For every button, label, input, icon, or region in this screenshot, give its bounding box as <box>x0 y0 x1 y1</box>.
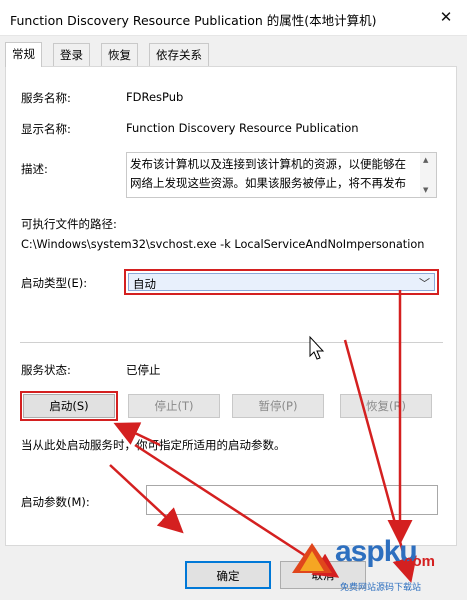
service-status-label: 服务状态: <box>21 363 71 377</box>
display-name-label: 显示名称: <box>21 122 71 136</box>
close-button[interactable]: ✕ <box>431 4 461 30</box>
description-box[interactable]: 发布该计算机以及连接到该计算机的资源，以便能够在网络上发现这些资源。如果该服务被… <box>126 152 437 198</box>
divider <box>20 342 443 343</box>
start-params-hint: 当从此处启动服务时，你可指定所适用的启动参数。 <box>21 438 286 452</box>
exe-path-value: C:\Windows\system32\svchost.exe -k Local… <box>21 238 425 251</box>
tab-dependencies[interactable]: 依存关系 <box>149 43 209 66</box>
tab-recovery[interactable]: 恢复 <box>101 43 138 66</box>
stop-button[interactable]: 停止(T) <box>128 394 220 418</box>
exe-path-label: 可执行文件的路径: <box>21 217 117 231</box>
watermark-triangle-icon <box>292 543 332 573</box>
tab-logon[interactable]: 登录 <box>53 43 90 66</box>
resume-button[interactable]: 恢复(R) <box>340 394 432 418</box>
title-bar: Function Discovery Resource Publication … <box>0 0 467 36</box>
service-name-value: FDResPub <box>126 90 184 104</box>
scroll-down-icon[interactable]: ▼ <box>423 186 428 194</box>
startup-type-select[interactable]: 自动 ﹀ <box>124 269 439 295</box>
scroll-up-icon[interactable]: ▲ <box>423 156 428 164</box>
start-params-label: 启动参数(M): <box>21 495 90 509</box>
ok-button[interactable]: 确定 <box>185 561 271 589</box>
watermark-tld: .com <box>400 553 436 570</box>
startup-type-field[interactable]: 自动 ﹀ <box>128 273 435 291</box>
start-params-input[interactable] <box>146 485 438 515</box>
display-name-value: Function Discovery Resource Publication <box>126 121 359 135</box>
startup-type-label: 启动类型(E): <box>21 276 88 290</box>
service-name-label: 服务名称: <box>21 91 71 105</box>
window-title: Function Discovery Resource Publication … <box>10 13 377 28</box>
watermark: aspku .com 免费网站源码下载站 <box>290 535 467 600</box>
startup-type-value: 自动 <box>133 277 156 291</box>
general-panel: 服务名称: FDResPub 显示名称: Function Discovery … <box>5 66 457 546</box>
description-label: 描述: <box>21 162 48 176</box>
description-text: 发布该计算机以及连接到该计算机的资源，以便能够在网络上发现这些资源。如果该服务被… <box>130 157 406 190</box>
service-status-value: 已停止 <box>126 363 161 377</box>
description-scrollbar[interactable]: ▲ ▼ <box>420 153 436 197</box>
tab-general[interactable]: 常规 <box>5 42 42 67</box>
chevron-down-icon: ﹀ <box>419 277 430 290</box>
start-button[interactable]: 启动(S) <box>20 391 118 421</box>
close-icon: ✕ <box>439 8 453 26</box>
pause-button[interactable]: 暂停(P) <box>232 394 324 418</box>
watermark-subtitle: 免费网站源码下载站 <box>340 583 422 593</box>
